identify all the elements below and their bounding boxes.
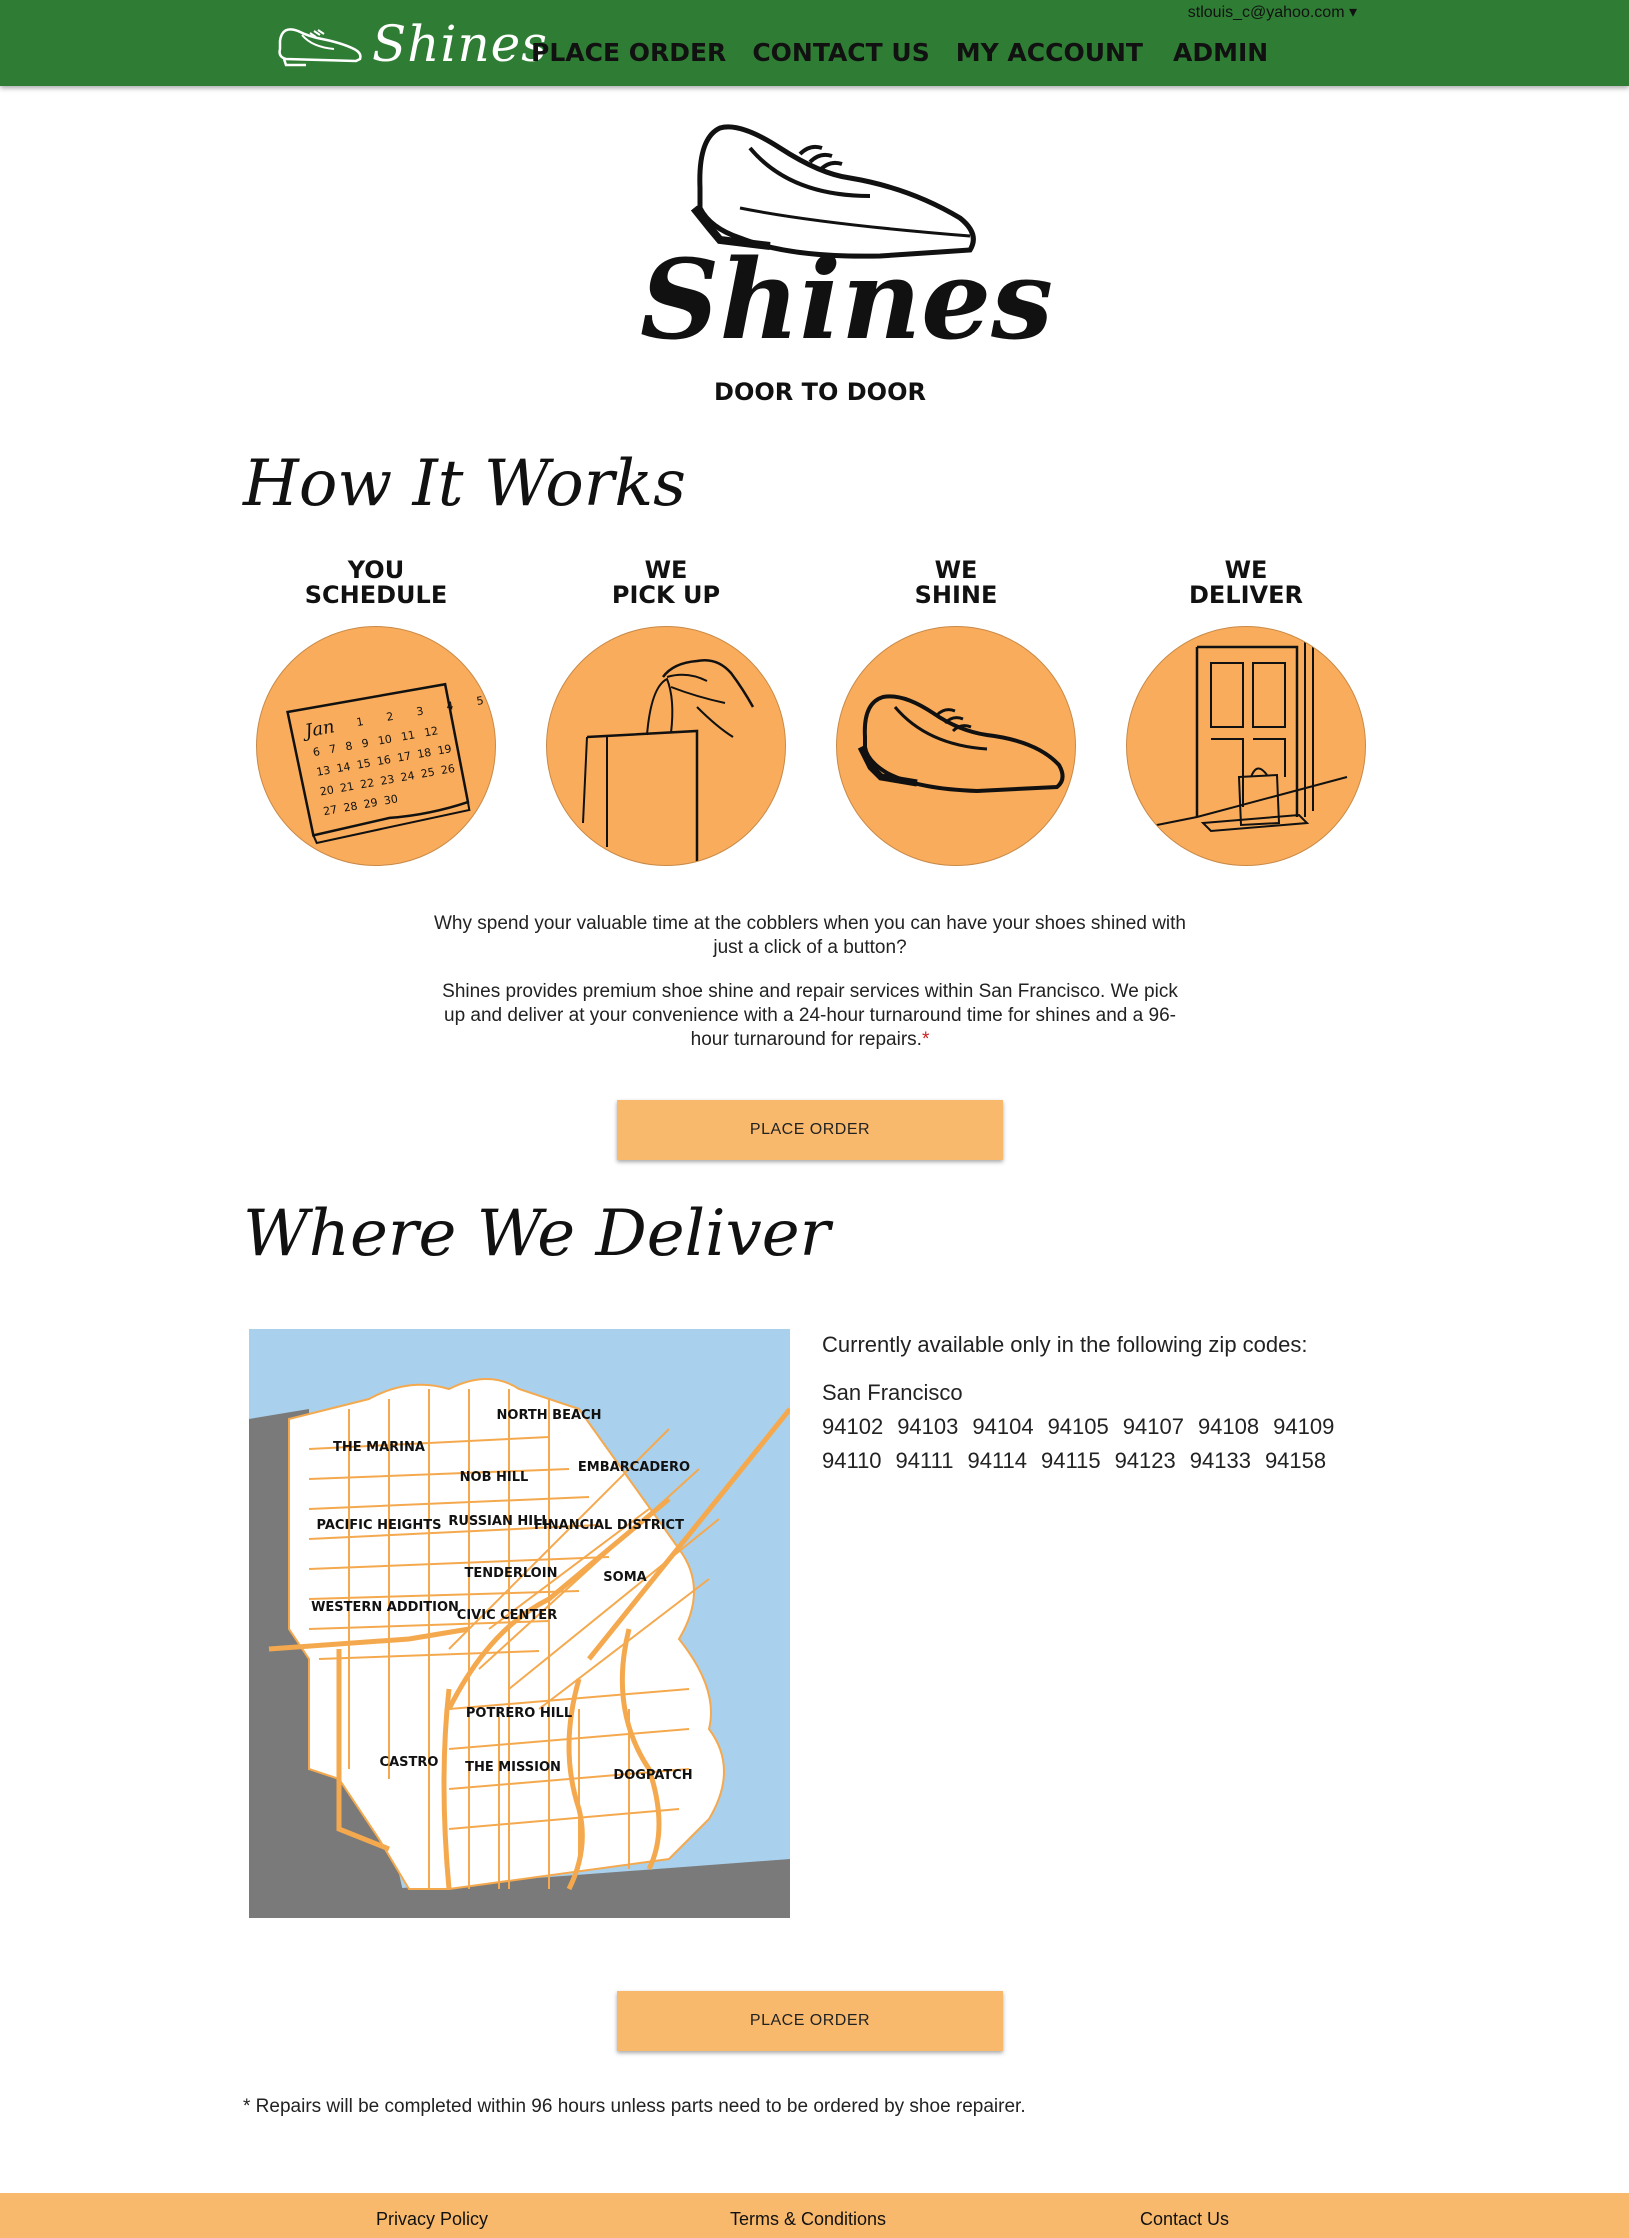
zip-row: 94110 94111 94114 94115 94123 94133 9415… [822, 1448, 1327, 1473]
intro-paragraph: Why spend your valuable time at the cobb… [434, 913, 1186, 958]
city-name: San Francisco [822, 1380, 963, 1405]
hand-bag-icon [582, 659, 755, 865]
step-title: WE PICK UP [611, 556, 721, 609]
step-shine: WE SHINE [811, 558, 1101, 866]
delivery-area-map: NORTH BEACH THE MARINA NOB HILL EMBARCAD… [249, 1329, 790, 1918]
svg-text:FINANCIAL DISTRICT: FINANCIAL DISTRICT [534, 1518, 684, 1533]
step-circle [836, 626, 1076, 866]
step-title: YOU SCHEDULE [304, 556, 448, 609]
nav-contact-us[interactable]: CONTACT US [752, 38, 929, 67]
svg-text:NOB HILL: NOB HILL [460, 1470, 529, 1485]
how-it-works-heading: How It Works [243, 447, 686, 521]
step-circle [546, 626, 786, 866]
hero-title: Shines [640, 235, 1054, 364]
svg-text:DOGPATCH: DOGPATCH [613, 1768, 692, 1783]
step-circle: Jan 1 2 3 4 5 6 7 8 9 10 11 12 13 14 15 … [256, 626, 496, 866]
step-circle [1126, 626, 1366, 866]
step-schedule: YOU SCHEDULE Jan 1 2 3 4 5 6 7 8 9 10 11… [231, 558, 521, 866]
svg-text:CASTRO: CASTRO [380, 1755, 439, 1770]
nav-place-order[interactable]: PLACE ORDER [531, 38, 726, 67]
footer-contact-link[interactable]: Contact Us [1140, 2209, 1229, 2230]
top-navbar: Shines PLACE ORDER CONTACT US MY ACCOUNT… [0, 0, 1629, 86]
step-deliver: WE DELIVER [1101, 558, 1391, 866]
svg-text:NORTH BEACH: NORTH BEACH [497, 1408, 602, 1423]
repairs-footnote: * Repairs will be completed within 96 ho… [243, 2096, 1026, 2117]
footer-terms-link[interactable]: Terms & Conditions [730, 2209, 886, 2230]
svg-text:POTRERO HILL: POTRERO HILL [466, 1706, 572, 1721]
place-order-button-bottom[interactable]: PLACE ORDER [617, 1991, 1003, 2051]
svg-text:THE MISSION: THE MISSION [465, 1760, 561, 1775]
brand-name[interactable]: Shines [372, 15, 548, 73]
user-account-dropdown[interactable]: stlouis_c@yahoo.com ▾ [1188, 2, 1357, 22]
svg-text:PACIFIC HEIGHTS: PACIFIC HEIGHTS [317, 1518, 442, 1533]
step-title: WE DELIVER [1189, 556, 1303, 609]
step-pick-up: WE PICK UP [521, 558, 811, 866]
footer-privacy-policy-link[interactable]: Privacy Policy [376, 2209, 488, 2230]
step-title: WE SHINE [914, 556, 998, 609]
services-paragraph: Shines provides premium shoe shine and r… [442, 981, 1178, 1050]
hero-subtitle: DOOR TO DOOR [714, 378, 926, 406]
zip-row: 94102 94103 94104 94105 94107 94108 9410… [822, 1414, 1335, 1439]
nav-admin[interactable]: ADMIN [1173, 38, 1268, 67]
main-nav: PLACE ORDER CONTACT US MY ACCOUNT ADMIN [531, 38, 1294, 67]
door-icon [1146, 641, 1348, 833]
svg-text:WESTERN ADDITION: WESTERN ADDITION [311, 1600, 459, 1615]
svg-text:SOMA: SOMA [603, 1570, 646, 1585]
place-order-button[interactable]: PLACE ORDER [617, 1100, 1003, 1160]
brand-logo-link[interactable]: Shines [276, 14, 548, 74]
svg-text:TENDERLOIN: TENDERLOIN [465, 1566, 558, 1581]
svg-text:THE MARINA: THE MARINA [333, 1440, 425, 1455]
zip-intro: Currently available only in the followin… [822, 1332, 1308, 1357]
shoe-logo-icon [278, 28, 362, 67]
footer: Privacy Policy Terms & Conditions Contac… [0, 2193, 1629, 2238]
zip-code-list: Currently available only in the followin… [822, 1328, 1348, 1478]
where-we-deliver-heading: Where We Deliver [243, 1197, 831, 1271]
shoe-icon [857, 694, 1065, 794]
nav-my-account[interactable]: MY ACCOUNT [956, 38, 1143, 67]
svg-text:EMBARCADERO: EMBARCADERO [578, 1460, 690, 1475]
svg-text:CIVIC CENTER: CIVIC CENTER [457, 1608, 557, 1623]
calendar-icon: Jan 1 2 3 4 5 6 7 8 9 10 11 12 13 14 15 … [286, 682, 494, 845]
